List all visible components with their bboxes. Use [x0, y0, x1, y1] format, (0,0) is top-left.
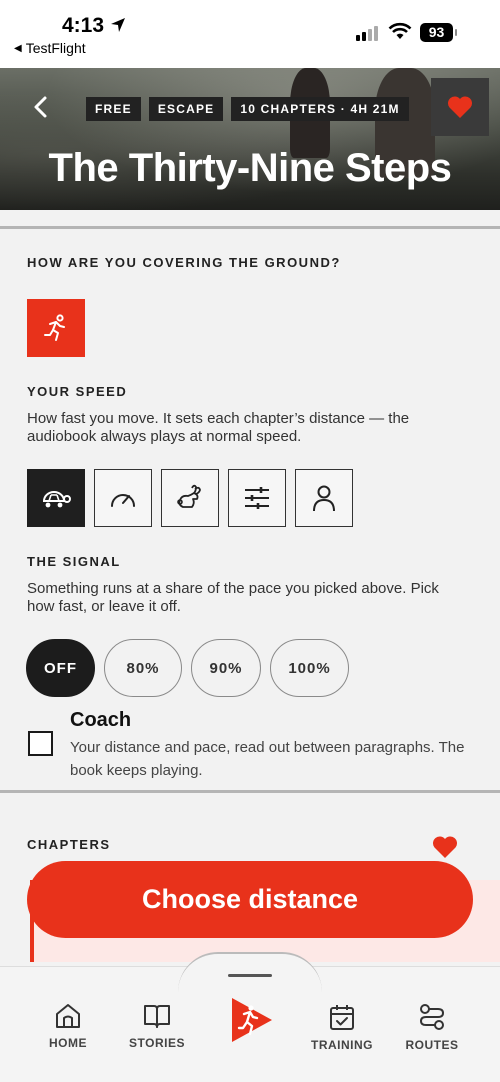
mode-running-button[interactable] — [27, 299, 85, 357]
speed-options — [27, 469, 353, 527]
tab-training[interactable]: TRAINING — [297, 1002, 387, 1052]
battery-indicator: 93 — [420, 23, 453, 42]
back-triangle-icon: ◀ — [14, 42, 22, 54]
book-icon — [144, 1005, 170, 1028]
section-divider — [0, 226, 500, 229]
home-icon — [56, 1004, 80, 1028]
story-title: The Thirty-Nine Steps — [48, 146, 452, 190]
status-time: 4:13 — [62, 14, 105, 37]
choose-distance-button[interactable]: Choose distance — [27, 861, 473, 938]
signal-section-label: THE SIGNAL — [27, 554, 121, 569]
tab-training-label: TRAINING — [311, 1038, 373, 1052]
speed-custom-button[interactable] — [228, 469, 286, 527]
signal-80-button[interactable]: 80% — [104, 639, 182, 697]
drag-handle[interactable] — [228, 974, 272, 977]
tab-bar-hump — [178, 952, 322, 992]
tag-chapters-duration: 10 CHAPTERS · 4H 21M — [231, 97, 409, 121]
back-to-app-link[interactable]: ◀ TestFlight — [14, 40, 86, 56]
speedometer-icon — [111, 494, 135, 507]
calendar-check-icon — [330, 1005, 354, 1030]
cellular-signal-icon — [356, 26, 378, 41]
ground-section-label: HOW ARE YOU COVERING THE GROUND? — [27, 255, 341, 270]
hero-banner: FREE ESCAPE 10 CHAPTERS · 4H 21M The Thi… — [0, 68, 500, 210]
battery-nub — [455, 29, 457, 36]
back-chevron-icon[interactable] — [28, 94, 54, 120]
speed-section-label: YOUR SPEED — [27, 384, 128, 399]
tab-stories[interactable]: STORIES — [112, 1002, 202, 1050]
status-bar: 4:13 ◀ TestFlight 93 — [0, 0, 500, 68]
coach-title: Coach — [70, 709, 132, 731]
speed-description: How fast you move. It sets each chapter’… — [27, 410, 410, 445]
favorite-button[interactable] — [431, 78, 489, 136]
signal-100-button[interactable]: 100% — [270, 639, 349, 697]
signal-90-button[interactable]: 90% — [191, 639, 261, 697]
back-app-label: TestFlight — [25, 40, 86, 56]
tab-routes[interactable]: ROUTES — [387, 1002, 477, 1052]
tag-price: FREE — [86, 97, 141, 121]
speed-profile-button[interactable] — [295, 469, 353, 527]
rabbit-icon — [177, 484, 201, 508]
signal-off-button[interactable]: OFF — [26, 639, 95, 697]
location-arrow-icon — [111, 18, 125, 32]
tab-routes-label: ROUTES — [405, 1038, 459, 1052]
speed-gauge-button[interactable] — [94, 469, 152, 527]
sliders-icon — [245, 487, 269, 509]
person-icon — [313, 485, 335, 512]
coach-description: Your distance and pace, read out between… — [70, 739, 465, 779]
turtle-icon — [42, 491, 71, 508]
signal-options: OFF 80% 90% 100% — [26, 639, 349, 697]
tab-home-label: HOME — [49, 1036, 87, 1050]
speed-rabbit-button[interactable] — [161, 469, 219, 527]
route-icon — [419, 1004, 445, 1030]
heart-icon[interactable] — [432, 835, 458, 859]
tab-home[interactable]: HOME — [23, 1002, 113, 1050]
signal-description: Something runs at a share of the pace yo… — [27, 580, 439, 615]
section-divider — [0, 790, 500, 793]
wifi-icon — [388, 22, 412, 39]
tab-stories-label: STORIES — [129, 1036, 185, 1050]
speed-turtle-button[interactable] — [27, 469, 85, 527]
heart-icon — [447, 96, 473, 118]
play-run-icon[interactable] — [230, 996, 274, 1044]
tag-genre: ESCAPE — [148, 97, 224, 121]
running-person-icon — [44, 314, 65, 341]
story-tags: FREE ESCAPE 10 CHAPTERS · 4H 21M — [86, 97, 409, 121]
coach-checkbox[interactable] — [28, 731, 53, 756]
chapters-section-label: CHAPTERS — [27, 837, 111, 852]
